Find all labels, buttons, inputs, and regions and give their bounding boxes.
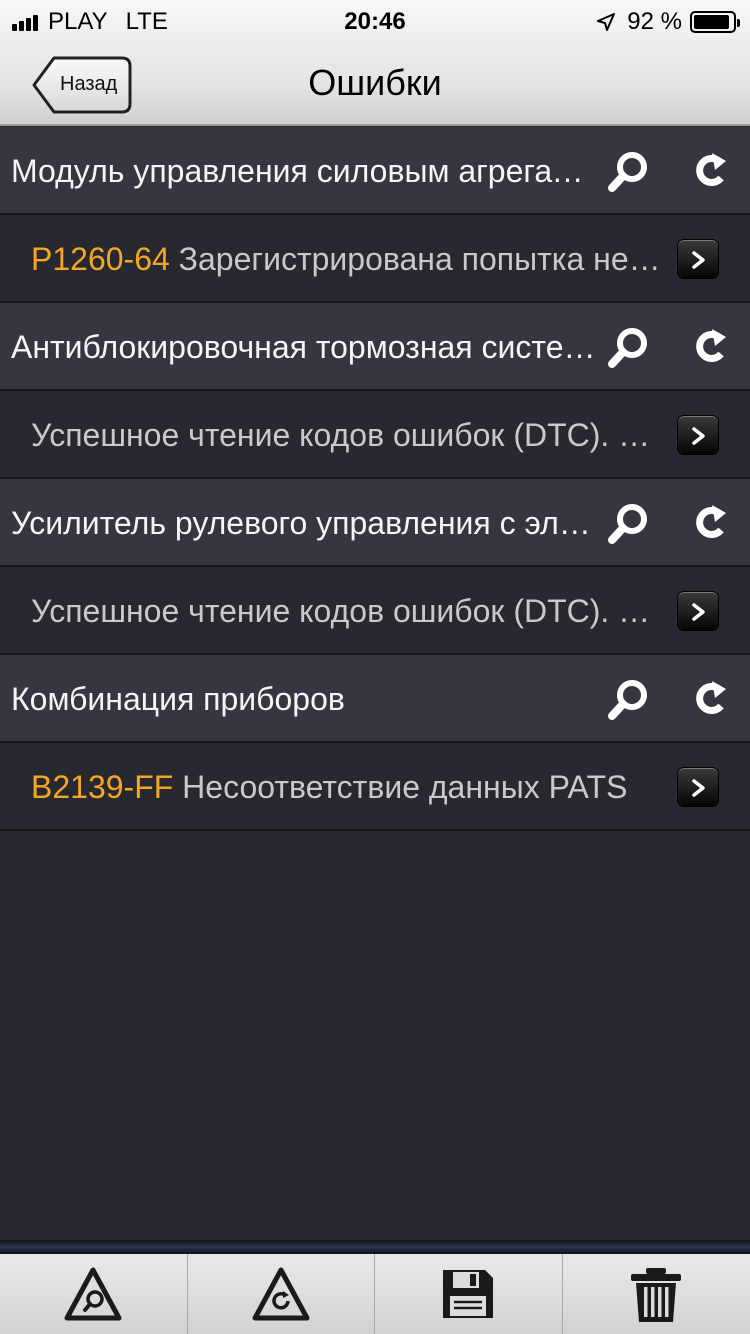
detail-button[interactable] — [677, 767, 719, 807]
dtc-row[interactable]: Успешное чтение кодов ошибок (DTC). Ошиб… — [0, 567, 750, 655]
search-icon[interactable] — [606, 501, 652, 547]
module-row[interactable]: Антиблокировочная тормозная система — [0, 303, 750, 391]
dtc-text: P1260-64 Зарегистрирована попытка несанк… — [31, 241, 669, 278]
module-title: Комбинация приборов — [11, 681, 345, 717]
battery-fill — [694, 15, 729, 29]
search-icon[interactable] — [606, 677, 652, 723]
trash-icon — [631, 1268, 682, 1322]
location-arrow-icon — [597, 13, 616, 31]
detail-button[interactable] — [677, 415, 719, 455]
dtc-code: P1260-64 — [31, 241, 170, 277]
status-right: 92 % — [597, 8, 740, 36]
search-icon[interactable] — [606, 149, 652, 195]
dtc-row[interactable]: B2139-FF Несоответствие данных PATS — [0, 743, 750, 831]
status-bar: PLAY LTE 20:46 92 % — [0, 0, 750, 40]
delete-button[interactable] — [563, 1254, 750, 1334]
dtc-text: Успешное чтение кодов ошибок (DTC). Ошиб… — [31, 417, 669, 454]
dtc-description: Зарегистрирована попытка несанкционирова… — [178, 241, 669, 277]
toolbar-divider — [0, 1240, 750, 1254]
top-bar: PLAY LTE 20:46 92 % Назад Ошибки — [0, 0, 750, 126]
search-icon[interactable] — [606, 325, 652, 371]
dtc-description: Несоответствие данных PATS — [182, 769, 628, 805]
dtc-text: B2139-FF Несоответствие данных PATS — [31, 769, 669, 806]
error-list: Модуль управления силовым агрегатом P1260… — [0, 127, 750, 831]
refresh-icon[interactable] — [688, 501, 734, 547]
module-row[interactable]: Модуль управления силовым агрегатом — [0, 127, 750, 215]
warning-search-icon — [64, 1267, 122, 1321]
module-title: Антиблокировочная тормозная система — [11, 329, 596, 365]
dtc-description: Успешное чтение кодов ошибок (DTC). Ошиб… — [31, 593, 669, 629]
module-row[interactable]: Комбинация приборов — [0, 655, 750, 743]
dtc-text: Успешное чтение кодов ошибок (DTC). Ошиб… — [31, 593, 669, 630]
module-row[interactable]: Усилитель рулевого управления с электроп… — [0, 479, 750, 567]
battery-icon — [690, 11, 740, 33]
detail-button[interactable] — [677, 239, 719, 279]
battery-percent: 92 % — [627, 8, 682, 35]
detail-button[interactable] — [677, 591, 719, 631]
floppy-disk-icon — [443, 1270, 494, 1318]
refresh-icon[interactable] — [688, 325, 734, 371]
module-title: Модуль управления силовым агрегатом — [11, 153, 596, 189]
dtc-description: Успешное чтение кодов ошибок (DTC). Ошиб… — [31, 417, 669, 453]
bottom-toolbar — [0, 1254, 750, 1334]
clear-all-button[interactable] — [188, 1254, 375, 1334]
dtc-row[interactable]: P1260-64 Зарегистрирована попытка несанк… — [0, 215, 750, 303]
page-title: Ошибки — [308, 62, 442, 103]
refresh-icon[interactable] — [688, 149, 734, 195]
refresh-icon[interactable] — [688, 677, 734, 723]
nav-bar: Назад Ошибки — [0, 40, 750, 126]
save-button[interactable] — [375, 1254, 563, 1334]
module-title: Усилитель рулевого управления с электроп… — [11, 505, 596, 541]
scan-all-button[interactable] — [0, 1254, 188, 1334]
dtc-row[interactable]: Успешное чтение кодов ошибок (DTC). Ошиб… — [0, 391, 750, 479]
dtc-code: B2139-FF — [31, 769, 174, 805]
warning-refresh-icon — [252, 1267, 310, 1321]
